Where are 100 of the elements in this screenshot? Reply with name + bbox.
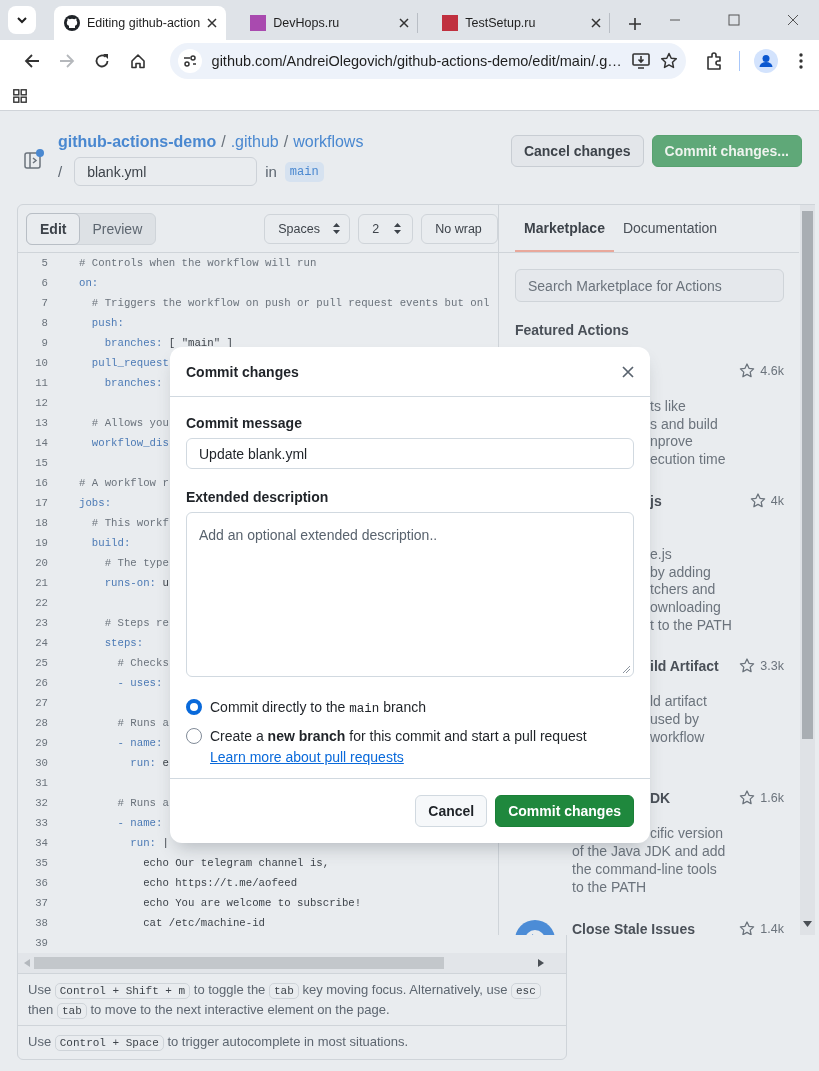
code-line: echo https://t.me/aofeed <box>142 877 298 889</box>
code-line: run: e <box>129 757 169 769</box>
code-line: push: <box>90 317 124 329</box>
panel-tab[interactable]: Marketplace <box>515 205 614 252</box>
browser-tab[interactable]: DevHops.ru <box>240 13 419 33</box>
line-number: 26 <box>34 677 48 689</box>
scrollbar-thumb[interactable] <box>34 957 444 969</box>
action-description: e.js <box>650 545 673 564</box>
action-title[interactable]: DK <box>650 790 671 807</box>
code-line: runs-on: u <box>103 577 169 589</box>
star-count: 1.6k <box>760 791 784 806</box>
cancel-button[interactable]: Cancel changes <box>510 135 644 167</box>
code-line: echo Our telegram channel is, <box>142 857 330 869</box>
menu-icon[interactable] <box>799 53 804 69</box>
line-number: 22 <box>34 597 48 609</box>
close-icon[interactable] <box>399 18 410 28</box>
line-number: 18 <box>34 517 48 529</box>
line-number: 21 <box>34 577 48 589</box>
code-line: # Controls when the workflow will run <box>79 257 317 269</box>
branch-badge: main <box>284 161 324 182</box>
filename-field[interactable]: blank.yml <box>74 157 258 186</box>
puzzle-icon[interactable] <box>704 52 723 70</box>
site-settings-icon[interactable] <box>177 49 202 73</box>
help-text: Use Control + Space to trigger autocomplete in most situations. <box>18 1025 566 1058</box>
line-number: 15 <box>34 457 48 469</box>
line-number: 37 <box>34 897 48 909</box>
action-title[interactable]: js <box>650 492 662 509</box>
back-arrow-icon[interactable] <box>23 53 40 69</box>
line-number: 19 <box>34 537 48 549</box>
avatar-icon[interactable] <box>753 49 778 73</box>
line-number: 8 <box>40 317 48 329</box>
code-line: jobs: <box>79 497 112 509</box>
code-line: # Allows you <box>90 417 169 429</box>
indent-size-select[interactable]: 2 <box>358 213 414 244</box>
line-number: 34 <box>34 837 48 849</box>
sidebar-toggle-icon[interactable] <box>24 148 46 170</box>
action-title[interactable]: Close Stale Issues <box>572 921 695 935</box>
close-icon[interactable] <box>787 14 799 26</box>
close-icon[interactable] <box>622 365 634 378</box>
line-number: 24 <box>34 637 48 649</box>
caret-icon <box>16 14 28 26</box>
star-icon <box>739 658 756 675</box>
reload-icon[interactable] <box>94 53 111 69</box>
radio-button[interactable] <box>186 728 202 744</box>
plus-icon[interactable] <box>628 17 643 31</box>
address-bar[interactable]: github.com/AndreiOlegovich/github-actions-demo/edit/main/.g… <box>169 43 686 79</box>
description-field[interactable]: Add an optional extended description.. <box>186 512 634 677</box>
panel-tab[interactable]: Documentation <box>613 205 727 252</box>
code-line: # Steps re <box>103 617 169 629</box>
code-line: # Runs a <box>116 797 169 809</box>
action-description: t to the PATH <box>650 616 733 635</box>
radio-button[interactable] <box>186 699 202 715</box>
line-number: 12 <box>34 397 48 409</box>
cancel-button[interactable]: Cancel <box>415 795 488 827</box>
code-line: - name: <box>116 817 163 829</box>
scroll-left-icon <box>24 959 30 967</box>
learn-more-link[interactable]: Learn more about pull requests <box>210 749 404 765</box>
mode-tab[interactable]: Preview <box>79 213 156 244</box>
code-line: # A workflow r <box>79 477 169 489</box>
line-number: 38 <box>34 917 48 929</box>
search-field[interactable]: Search Marketplace for Actions <box>515 269 784 302</box>
action-title[interactable]: ild Artifact <box>650 658 719 675</box>
line-number: 7 <box>40 297 48 309</box>
star-count: 1.4k <box>760 922 784 935</box>
line-number: 28 <box>34 717 48 729</box>
close-icon[interactable] <box>591 18 602 28</box>
help-text: Use Control + Shift + m to toggle the tab key moving focus. Alternatively, use esc then tab to move to the next interactive element on the page. <box>18 973 566 1025</box>
code-line: pull_request <box>90 357 169 369</box>
mode-tab[interactable]: Edit <box>26 212 81 245</box>
code-line: # Triggers the workflow on push or pull request events but onl <box>90 297 490 309</box>
code-line: steps: <box>103 637 144 649</box>
indent-mode-select[interactable]: Spaces <box>264 213 351 244</box>
field-label: Extended description <box>186 489 330 505</box>
action-description: of the Java JDK and add <box>572 843 727 861</box>
scroll-down-icon <box>803 921 812 927</box>
line-number: 39 <box>34 937 48 949</box>
install-icon[interactable] <box>631 53 650 69</box>
commit-button[interactable]: Commit changes <box>495 795 634 827</box>
line-number: 23 <box>34 617 48 629</box>
line-number: 16 <box>34 477 48 489</box>
tab-search-button[interactable] <box>8 6 36 34</box>
scrollbar-thumb[interactable] <box>802 211 813 739</box>
action-description: nprove <box>650 433 694 452</box>
browser-tab[interactable]: TestSetup.ru <box>432 13 611 33</box>
commit-message-field[interactable]: Update blank.yml <box>186 438 634 469</box>
dialog-title: Commit changes <box>186 363 299 380</box>
code-line: build: <box>90 537 131 549</box>
line-number: 17 <box>34 497 48 509</box>
code-line: - uses: <box>116 677 163 689</box>
path-separator: / <box>283 133 289 151</box>
line-number: 32 <box>34 797 48 809</box>
maximize-icon[interactable] <box>728 14 740 26</box>
line-number: 9 <box>40 337 48 349</box>
field-label: Commit message <box>186 415 303 431</box>
apps-icon[interactable] <box>13 89 27 103</box>
home-icon[interactable] <box>129 53 146 69</box>
code-line: # This workf <box>90 517 169 529</box>
browser-tab[interactable]: Editing github-action <box>54 6 227 40</box>
star-icon[interactable] <box>659 52 678 70</box>
close-icon[interactable] <box>207 18 218 28</box>
